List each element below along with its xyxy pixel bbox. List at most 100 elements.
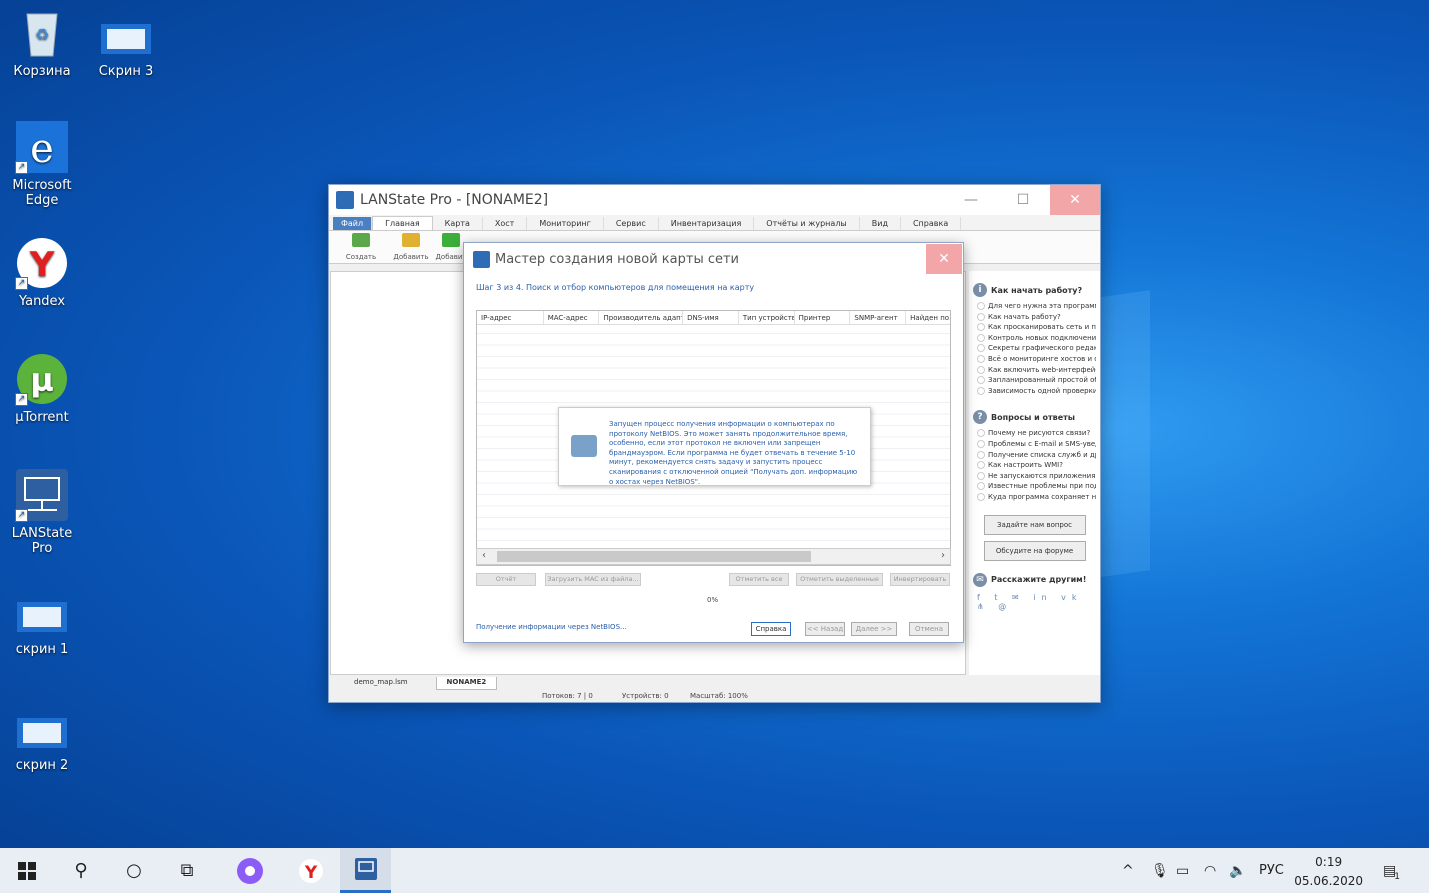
column-ip[interactable]: IP-адрес: [477, 311, 544, 324]
chat-icon: ✉: [973, 572, 987, 587]
wizard-help-button[interactable]: Справка: [751, 622, 791, 636]
ribbon-add-button[interactable]: Добавить: [389, 233, 433, 261]
document-tabs: demo_map.lsm NONAME2: [330, 677, 1100, 690]
desktop-icon-label: Yandex: [18, 294, 66, 309]
minimize-button[interactable]: —: [946, 185, 996, 215]
language-indicator[interactable]: РУС: [1259, 848, 1284, 893]
wizard-titlebar[interactable]: Мастер создания новой карты сети: [464, 243, 963, 275]
cortana-button[interactable]: ○: [110, 848, 158, 893]
select-highlighted-button[interactable]: Отметить выделенные: [796, 573, 883, 586]
desktop-icon-screen3[interactable]: Скрин 3: [84, 20, 168, 79]
show-hidden-icons[interactable]: ^: [1122, 848, 1134, 893]
tab-help[interactable]: Справка: [901, 217, 962, 230]
column-mac[interactable]: MAC-адрес: [544, 311, 600, 324]
volume-button[interactable]: 🔈: [1229, 848, 1246, 893]
network-button[interactable]: ◠: [1204, 848, 1216, 893]
tab-map[interactable]: Карта: [433, 217, 483, 230]
desktop-icon-label: Корзина: [13, 64, 71, 79]
notifications-button[interactable]: ▤ 1: [1383, 848, 1400, 893]
desktop-icon-label: µTorrent: [15, 410, 69, 425]
taskbar-lanstate[interactable]: [340, 848, 391, 893]
desktop-icon-label: скрин 2: [15, 758, 69, 773]
help-link[interactable]: Всё о мониторинге хостов и опов...: [977, 354, 1096, 365]
qa-link[interactable]: Получение списка служб и друго...: [977, 450, 1096, 461]
volume-muted-icon: 🔈: [1229, 862, 1247, 879]
table-scrollbar[interactable]: ‹ ›: [476, 548, 951, 565]
tab-service[interactable]: Сервис: [604, 217, 659, 230]
desktop-icon-yandex[interactable]: Y ↗ Yandex: [0, 236, 84, 309]
column-found-by[interactable]: Найден по...: [906, 311, 950, 324]
start-button[interactable]: [3, 848, 51, 893]
alice-assistant-icon: [237, 857, 263, 884]
invert-button[interactable]: Инвертировать: [890, 573, 950, 586]
chevron-up-icon: ^: [1122, 862, 1134, 879]
help-link[interactable]: Как просканировать сеть и постр...: [977, 322, 1096, 333]
help-start-list: Для чего нужна эта программа? Как начать…: [973, 301, 1096, 396]
doc-tab-noname2[interactable]: NONAME2: [435, 677, 498, 690]
load-mac-button[interactable]: Загрузить MAC из файла...: [545, 573, 641, 586]
search-button[interactable]: ⚲: [57, 848, 105, 893]
desktop-icon-edge[interactable]: e ↗ Microsoft Edge: [0, 120, 84, 208]
maximize-button[interactable]: ☐: [998, 185, 1048, 215]
scroll-thumb[interactable]: [497, 551, 811, 562]
tab-monitoring[interactable]: Мониторинг: [527, 217, 604, 230]
doc-tab-demo[interactable]: demo_map.lsm: [344, 677, 418, 690]
desktop-icon-recycle-bin[interactable]: ♻ Корзина: [0, 6, 84, 79]
taskbar-yandex[interactable]: Y: [287, 848, 335, 893]
window-titlebar[interactable]: LANState Pro - [NONAME2] — ☐ ✕: [329, 185, 1100, 215]
clock[interactable]: 0:19 05.06.2020: [1294, 853, 1363, 891]
help-link[interactable]: Для чего нужна эта программа?: [977, 301, 1096, 312]
task-view-button[interactable]: ⧉: [163, 848, 211, 893]
tab-view[interactable]: Вид: [860, 217, 901, 230]
column-printer[interactable]: Принтер: [795, 311, 851, 324]
ribbon-create-button[interactable]: Создать: [339, 233, 383, 261]
help-link[interactable]: Контроль новых подключений к ...: [977, 333, 1096, 344]
help-link[interactable]: Секреты графического редактора: [977, 343, 1096, 354]
close-button[interactable]: ✕: [1050, 185, 1100, 215]
qa-link[interactable]: Не запускаются приложения из м...: [977, 471, 1096, 482]
svg-text:♻: ♻: [35, 25, 49, 44]
select-all-button[interactable]: Отметить все: [729, 573, 789, 586]
status-scale: Масштаб: 100%: [690, 692, 748, 700]
tab-inventory[interactable]: Инвентаризация: [659, 217, 755, 230]
qa-link[interactable]: Проблемы с E-mail и SMS-уведом...: [977, 439, 1096, 450]
qa-link[interactable]: Как настроить WMI?: [977, 460, 1096, 471]
help-link[interactable]: Запланированный простой обор...: [977, 375, 1096, 386]
help-link[interactable]: Как включить web-интерфейс?: [977, 365, 1096, 376]
report-button[interactable]: Отчёт: [476, 573, 536, 586]
desktop-icon-utorrent[interactable]: µ ↗ µTorrent: [0, 352, 84, 425]
svg-text:Y: Y: [304, 863, 318, 883]
desktop-icon-screen2[interactable]: скрин 2: [0, 714, 84, 773]
qa-link[interactable]: Почему не рисуются связи?: [977, 428, 1096, 439]
desktop-icon-lanstate[interactable]: ↗ LANState Pro: [0, 468, 84, 556]
scroll-right-icon[interactable]: ›: [941, 550, 945, 561]
column-type[interactable]: Тип устройства: [739, 311, 795, 324]
help-link[interactable]: Зависимость одной проверки от ...: [977, 386, 1096, 397]
column-snmp[interactable]: SNMP-агент: [850, 311, 907, 324]
wizard-cancel-button[interactable]: Отмена: [909, 622, 949, 636]
social-icons[interactable]: f t ✉ in vk ⋔ @: [973, 593, 1096, 611]
tab-file[interactable]: Файл: [333, 217, 373, 230]
desktop-icon-label: скрин 1: [15, 642, 69, 657]
battery-button[interactable]: ▭: [1176, 848, 1189, 893]
desktop-icon-screen1[interactable]: скрин 1: [0, 598, 84, 657]
taskbar-alice[interactable]: [226, 848, 274, 893]
ask-question-button[interactable]: Задайте нам вопрос: [983, 514, 1086, 535]
tab-host[interactable]: Хост: [483, 217, 528, 230]
qa-link[interactable]: Куда программа сохраняет накоп...: [977, 492, 1096, 503]
tab-reports[interactable]: Отчёты и журналы: [754, 217, 860, 230]
column-dns[interactable]: DNS-имя: [683, 311, 739, 324]
microphone-button[interactable]: 🎙: [1151, 848, 1169, 893]
scroll-left-icon[interactable]: ‹: [482, 550, 486, 561]
forum-button[interactable]: Обсудите на форуме: [983, 540, 1086, 561]
qa-link[interactable]: Известные проблемы при подкл...: [977, 481, 1096, 492]
wizard-close-button[interactable]: ✕: [926, 244, 962, 274]
wizard-back-button[interactable]: << Назад: [805, 622, 845, 636]
image-file-icon: [99, 20, 153, 60]
column-vendor[interactable]: Производитель адаптера: [599, 311, 684, 324]
help-link[interactable]: Как начать работу?: [977, 312, 1096, 323]
wizard-next-button[interactable]: Далее >>: [851, 622, 897, 636]
tab-home[interactable]: Главная: [372, 216, 433, 230]
desktop-icon-label: Microsoft Edge: [12, 178, 72, 208]
shortcut-arrow-icon: ↗: [15, 509, 28, 522]
